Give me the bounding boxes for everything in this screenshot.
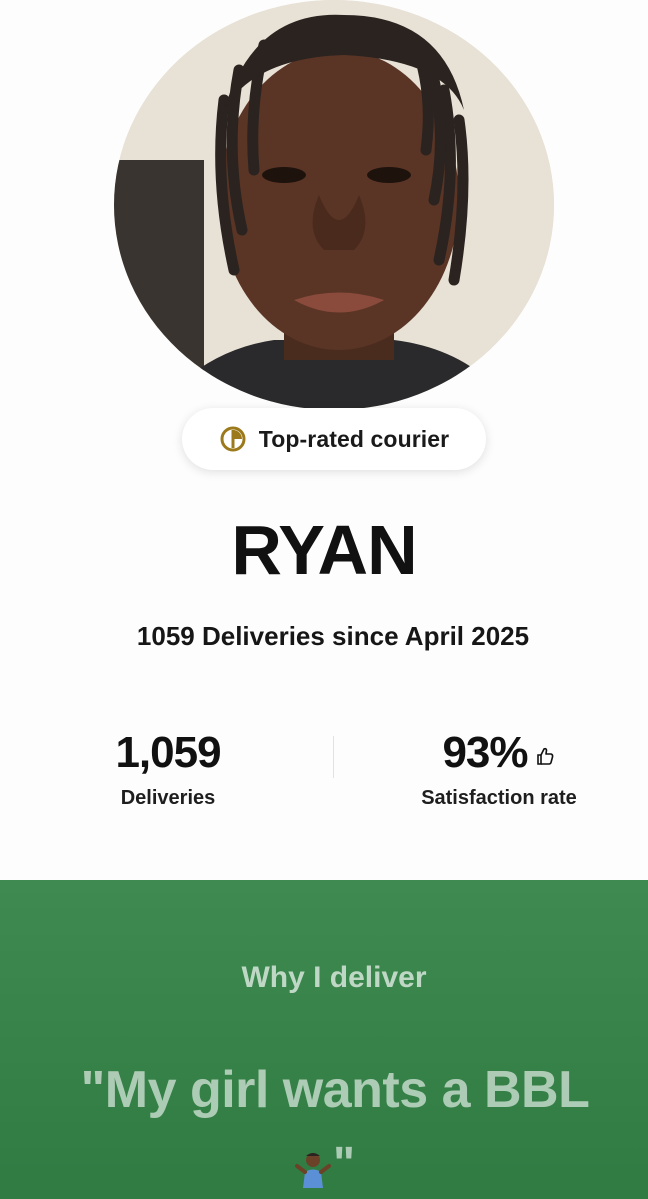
avatar-photo	[114, 0, 554, 410]
deliveries-value: 1,059	[88, 724, 248, 782]
top-rated-medal-icon	[219, 425, 247, 453]
quote-close-mark: "	[333, 1137, 355, 1189]
deliveries-stat: 1,059 Deliveries	[88, 724, 248, 812]
deliveries-label: Deliveries	[120, 787, 216, 809]
why-quote: "My girl wants a BBL	[80, 1061, 590, 1119]
satisfaction-label: Satisfaction rate	[421, 787, 577, 809]
deliveries-count: 1,059	[115, 728, 221, 777]
courier-name: RYAN	[231, 511, 417, 589]
top-rated-badge[interactable]: Top-rated courier	[182, 408, 486, 470]
deliveries-since-text: 1059 Deliveries since April 2025	[136, 621, 530, 651]
satisfaction-stat[interactable]: 93% Satisfaction rate	[390, 724, 608, 812]
courier-profile-card: Top-rated courier RYAN 1059 Deliveries s…	[0, 0, 648, 880]
avatar	[114, 0, 554, 410]
why-quote-end: "	[0, 1138, 648, 1188]
person-shrugging-emoji	[293, 1147, 333, 1188]
why-i-deliver-section: Why I deliver "My girl wants a BBL "	[0, 880, 648, 1199]
stats-divider	[333, 736, 334, 778]
satisfaction-value: 93%	[442, 728, 528, 777]
satisfaction-value-row: 93%	[390, 724, 608, 782]
badge-label: Top-rated courier	[258, 425, 450, 452]
thumbs-up-icon	[534, 724, 556, 765]
why-title: Why I deliver	[241, 961, 427, 994]
